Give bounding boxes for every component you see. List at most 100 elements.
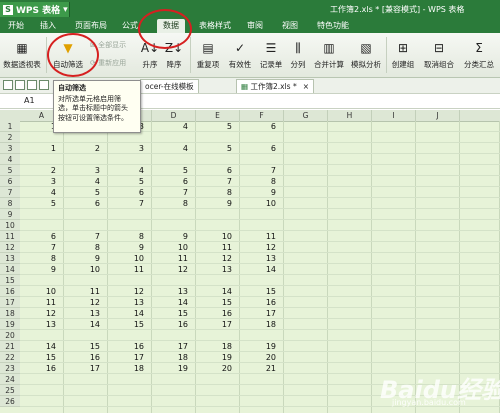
close-icon[interactable]: ×	[303, 82, 309, 91]
tab-home[interactable]: 开始	[8, 19, 24, 33]
cell[interactable]: 12	[64, 297, 108, 308]
cell[interactable]: 4	[152, 121, 196, 132]
cell[interactable]: 16	[20, 363, 64, 374]
cell[interactable]: 8	[240, 176, 284, 187]
cell[interactable]: 12	[108, 286, 152, 297]
cell[interactable]: 17	[64, 363, 108, 374]
row-header[interactable]: 14	[0, 264, 20, 275]
cell[interactable]	[108, 330, 152, 341]
cell[interactable]: 12	[196, 253, 240, 264]
cell[interactable]	[64, 209, 108, 220]
open-file-icon[interactable]	[15, 80, 25, 90]
cell[interactable]: 13	[196, 264, 240, 275]
row-header[interactable]: 18	[0, 308, 20, 319]
cell[interactable]: 21	[240, 363, 284, 374]
row-header[interactable]: 24	[0, 374, 20, 385]
cell[interactable]: 4	[64, 176, 108, 187]
cell[interactable]	[240, 374, 284, 385]
cell[interactable]: 6	[64, 198, 108, 209]
cell[interactable]	[64, 330, 108, 341]
cell[interactable]: 13	[108, 297, 152, 308]
row-header[interactable]: 5	[0, 165, 20, 176]
cell[interactable]: 16	[196, 308, 240, 319]
cell[interactable]	[240, 385, 284, 396]
cell[interactable]: 15	[196, 297, 240, 308]
cell[interactable]	[240, 396, 284, 407]
row-header[interactable]: 26	[0, 396, 20, 407]
cell[interactable]: 18	[240, 319, 284, 330]
doc-tab-workbook2[interactable]: ▦ 工作簿2.xls * ×	[236, 79, 315, 93]
cell[interactable]: 15	[108, 319, 152, 330]
cell[interactable]: 12	[20, 308, 64, 319]
cell[interactable]: 11	[108, 264, 152, 275]
cell[interactable]: 18	[196, 341, 240, 352]
cell[interactable]: 10	[196, 231, 240, 242]
cell[interactable]: 15	[152, 308, 196, 319]
new-file-icon[interactable]	[3, 80, 13, 90]
row-header[interactable]: 19	[0, 319, 20, 330]
cell[interactable]: 2	[20, 165, 64, 176]
row-header[interactable]: 15	[0, 275, 20, 286]
cell[interactable]: 11	[64, 286, 108, 297]
tab-page-layout[interactable]: 页面布局	[75, 19, 107, 33]
cell[interactable]	[20, 275, 64, 286]
row-header[interactable]: 6	[0, 176, 20, 187]
cell[interactable]: 6	[152, 176, 196, 187]
cell[interactable]: 6	[20, 231, 64, 242]
cell[interactable]: 5	[196, 143, 240, 154]
cell[interactable]	[152, 330, 196, 341]
cell[interactable]: 9	[64, 253, 108, 264]
cell[interactable]	[20, 132, 64, 143]
row-header[interactable]: 25	[0, 385, 20, 396]
cell[interactable]	[240, 330, 284, 341]
cell[interactable]	[20, 396, 64, 407]
cell[interactable]	[20, 220, 64, 231]
cell[interactable]	[108, 209, 152, 220]
cell[interactable]: 18	[152, 352, 196, 363]
print-icon[interactable]	[39, 80, 49, 90]
cell[interactable]	[64, 220, 108, 231]
cell[interactable]: 11	[240, 231, 284, 242]
cell[interactable]: 17	[108, 352, 152, 363]
cell[interactable]: 8	[108, 231, 152, 242]
cell[interactable]: 5	[108, 176, 152, 187]
cell[interactable]: 18	[108, 363, 152, 374]
ungroup-button[interactable]: ⊟ 取消组合	[419, 33, 459, 77]
cell[interactable]: 13	[240, 253, 284, 264]
cell[interactable]: 14	[152, 297, 196, 308]
tab-formulas[interactable]: 公式	[122, 19, 138, 33]
cell[interactable]: 10	[108, 253, 152, 264]
cell[interactable]: 5	[152, 165, 196, 176]
cell[interactable]: 7	[64, 231, 108, 242]
cell[interactable]	[196, 154, 240, 165]
record-form-button[interactable]: ☰ 记录单	[256, 33, 286, 77]
cell[interactable]: 15	[20, 352, 64, 363]
pivot-table-button[interactable]: ▦ 数据透视表	[2, 33, 42, 77]
consolidate-button[interactable]: ▥ 合并计算	[311, 33, 347, 77]
cell[interactable]	[20, 385, 64, 396]
cell[interactable]	[240, 132, 284, 143]
doc-tab-online-templates[interactable]: ocer-在线模板	[140, 79, 199, 93]
cell[interactable]	[196, 385, 240, 396]
create-group-button[interactable]: ⊞ 创建组	[388, 33, 418, 77]
cell[interactable]: 12	[240, 242, 284, 253]
row-header[interactable]: 22	[0, 352, 20, 363]
cell[interactable]: 6	[240, 143, 284, 154]
row-header[interactable]: 16	[0, 286, 20, 297]
what-if-analysis-button[interactable]: ▧ 模拟分析	[348, 33, 384, 77]
cell[interactable]	[152, 374, 196, 385]
row-header[interactable]: 20	[0, 330, 20, 341]
cell[interactable]: 14	[64, 319, 108, 330]
text-to-columns-button[interactable]: ⫼ 分列	[287, 33, 309, 77]
cell[interactable]: 17	[240, 308, 284, 319]
row-header[interactable]: 21	[0, 341, 20, 352]
cell[interactable]: 11	[196, 242, 240, 253]
row-header[interactable]: 12	[0, 242, 20, 253]
cell[interactable]: 6	[240, 121, 284, 132]
tab-special-features[interactable]: 特色功能	[317, 19, 349, 33]
cell[interactable]: 3	[108, 143, 152, 154]
cell[interactable]: 20	[240, 352, 284, 363]
cell[interactable]: 12	[152, 264, 196, 275]
cell[interactable]: 10	[152, 242, 196, 253]
cell[interactable]: 13	[20, 319, 64, 330]
